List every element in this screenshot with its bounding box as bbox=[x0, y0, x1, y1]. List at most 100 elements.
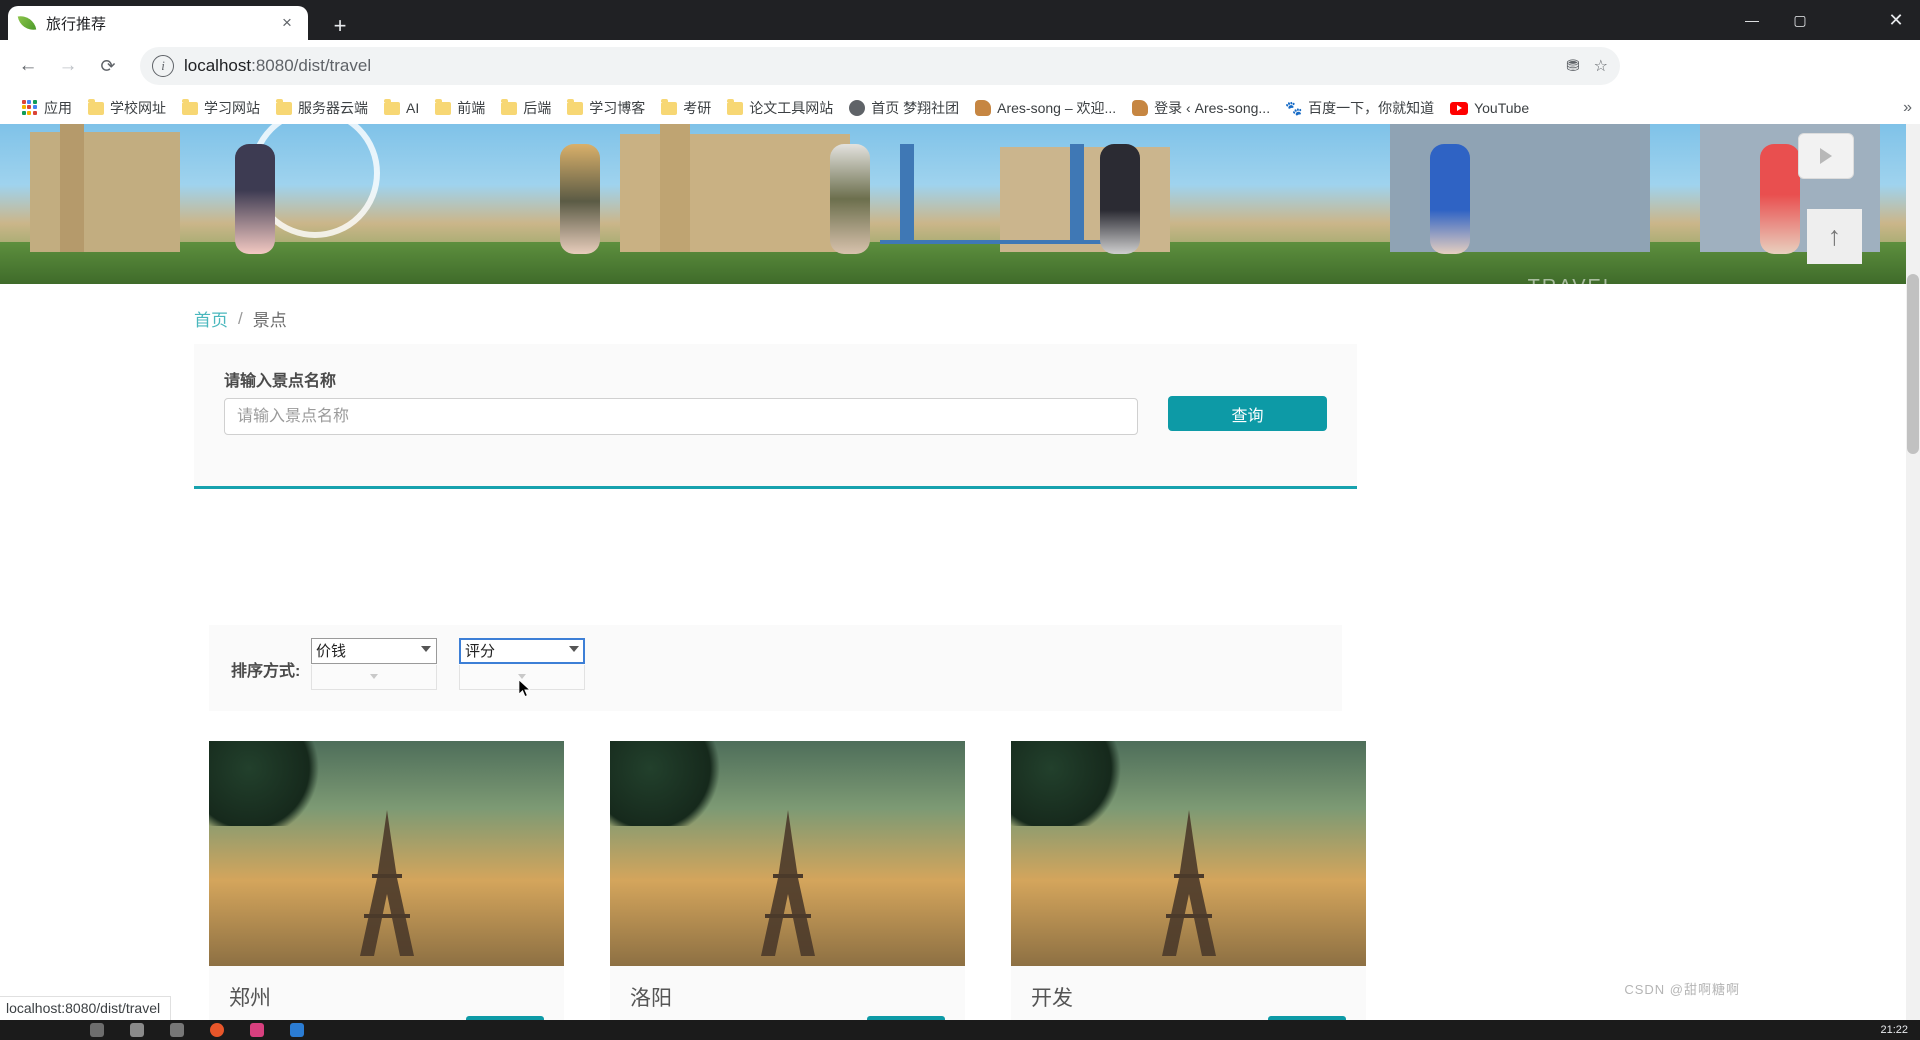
mouse-cursor bbox=[519, 680, 531, 697]
tab-strip: 旅行推荐 × + — ▢ ✕ bbox=[0, 0, 1920, 40]
bookmarks-overflow-icon[interactable]: » bbox=[1903, 99, 1912, 117]
bookmark-label: AI bbox=[406, 100, 420, 116]
bookmark-item[interactable]: YouTube bbox=[1442, 95, 1537, 121]
reload-icon[interactable]: ⟳ bbox=[92, 50, 124, 82]
bookmark-label: 学习博客 bbox=[589, 100, 646, 116]
attraction-card[interactable]: 郑州 $999.0 查看详情 bbox=[209, 741, 564, 1020]
sort-price-select[interactable]: 价钱 bbox=[311, 638, 437, 664]
bookmarks-bar: 应用 学校网址 学习网站 服务器云端 AI 前端 后端 学习博客 考研 论文工具… bbox=[0, 92, 1920, 124]
bookmark-label: 首页 梦翔社团 bbox=[871, 100, 960, 116]
page-viewport: TRAVEL 首页 / 景点 请输入景点名称 查询 排序方式: 价钱 bbox=[0, 124, 1920, 1020]
sort-price-select-wrap: 价钱 bbox=[311, 638, 437, 690]
bookmark-item[interactable]: 登录 ‹ Ares-song... bbox=[1124, 95, 1278, 121]
card-title: 洛阳 bbox=[630, 987, 672, 1010]
card-title: 郑州 bbox=[229, 987, 271, 1010]
taskbar-icon-5[interactable] bbox=[250, 1023, 264, 1037]
translate-icon[interactable]: ⛃ bbox=[1566, 56, 1579, 76]
taskbar-icon-1[interactable] bbox=[90, 1023, 104, 1037]
attraction-card[interactable]: 开发 $777.0 查看详情 bbox=[1011, 741, 1366, 1020]
csdn-watermark: CSDN @甜啊糖啊 bbox=[1624, 982, 1740, 997]
back-icon[interactable]: ← bbox=[12, 50, 44, 82]
close-icon[interactable]: × bbox=[276, 12, 298, 34]
site-icon bbox=[849, 100, 866, 116]
bookmark-apps[interactable]: 应用 bbox=[14, 95, 80, 121]
bookmark-label: Ares-song – 欢迎... bbox=[997, 100, 1117, 116]
card-image bbox=[209, 741, 564, 966]
bookmark-label: 学校网址 bbox=[110, 100, 166, 116]
bookmark-item[interactable]: 后端 bbox=[493, 95, 559, 121]
taskbar-icon-2[interactable] bbox=[130, 1023, 144, 1037]
bookmark-item[interactable]: 服务器云端 bbox=[268, 95, 376, 121]
bookmark-label: YouTube bbox=[1474, 100, 1530, 116]
taskbar-clock[interactable]: 21:22 bbox=[1880, 1024, 1908, 1036]
bookmark-star-icon[interactable]: ☆ bbox=[1594, 56, 1608, 76]
query-button[interactable]: 查询 bbox=[1168, 396, 1327, 431]
bookmark-item[interactable]: 🐾 百度一下，你就知道 bbox=[1278, 95, 1442, 121]
back-to-top-button[interactable]: ↑ bbox=[1807, 209, 1862, 264]
folder-icon bbox=[727, 98, 744, 115]
bookmark-label: 后端 bbox=[523, 100, 552, 116]
taskbar-icon-4[interactable] bbox=[210, 1023, 224, 1037]
search-panel: 请输入景点名称 查询 bbox=[194, 344, 1357, 489]
folder-icon bbox=[182, 98, 198, 115]
bookmark-label: 应用 bbox=[44, 100, 72, 116]
breadcrumb-home-link[interactable]: 首页 bbox=[194, 306, 228, 331]
maximize-button[interactable]: ▢ bbox=[1776, 0, 1824, 40]
bookmark-item[interactable]: 前端 bbox=[427, 95, 493, 121]
bookmark-label: 前端 bbox=[457, 100, 486, 116]
sort-label: 排序方式: bbox=[231, 663, 301, 680]
bookmark-item[interactable]: 考研 bbox=[653, 95, 719, 121]
breadcrumb-current: 景点 bbox=[252, 311, 287, 330]
bookmark-label: 服务器云端 bbox=[298, 100, 368, 116]
attraction-card-list: 郑州 $999.0 查看详情 洛阳 bbox=[209, 741, 1366, 1020]
bookmark-label: 学习网站 bbox=[204, 100, 260, 116]
bookmark-item[interactable]: AI bbox=[376, 95, 427, 121]
video-play-icon[interactable] bbox=[1798, 133, 1854, 179]
sort-price-dropdown-shadow bbox=[311, 665, 437, 690]
taskbar-icon-6[interactable] bbox=[290, 1023, 304, 1037]
card-image bbox=[1011, 741, 1366, 966]
attraction-card[interactable]: 洛阳 $888.0 查看详情 bbox=[610, 741, 965, 1020]
minimize-button[interactable]: — bbox=[1728, 0, 1776, 40]
site-info-icon[interactable]: i bbox=[152, 55, 174, 77]
folder-icon bbox=[384, 98, 400, 115]
eiffel-tower-icon bbox=[359, 810, 414, 956]
bookmark-item[interactable]: 学习网站 bbox=[174, 95, 268, 121]
hero-banner-image: TRAVEL bbox=[0, 124, 1906, 284]
card-body: 开发 $777.0 查看详情 bbox=[1011, 966, 1366, 1020]
tab-title: 旅行推荐 bbox=[46, 15, 107, 33]
bookmark-item[interactable]: Ares-song – 欢迎... bbox=[967, 95, 1124, 121]
tree-foliage bbox=[209, 741, 327, 826]
search-label: 请输入景点名称 bbox=[224, 373, 337, 390]
bookmark-label: 登录 ‹ Ares-song... bbox=[1154, 100, 1271, 116]
folder-icon bbox=[88, 98, 104, 115]
tree-foliage bbox=[1011, 741, 1129, 826]
bookmark-item[interactable]: 学校网址 bbox=[80, 95, 174, 121]
close-window-button[interactable]: ✕ bbox=[1872, 0, 1920, 40]
page-scrollbar-thumb[interactable] bbox=[1907, 274, 1919, 454]
sort-rating-select[interactable]: 评分 bbox=[459, 638, 585, 664]
forward-icon[interactable]: → bbox=[52, 50, 84, 82]
link-status-bubble: localhost:8080/dist/travel bbox=[0, 996, 172, 1020]
card-image bbox=[610, 741, 965, 966]
search-input[interactable] bbox=[224, 398, 1138, 435]
folder-icon bbox=[501, 98, 518, 115]
eiffel-tower-icon bbox=[760, 810, 815, 956]
folder-icon bbox=[435, 98, 452, 115]
address-bar[interactable]: i localhost:8080/dist/travel ⛃ ☆ bbox=[140, 47, 1620, 85]
browser-tab[interactable]: 旅行推荐 × bbox=[8, 6, 308, 40]
baidu-icon: 🐾 bbox=[1285, 99, 1303, 116]
eiffel-tower-icon bbox=[1161, 810, 1216, 956]
taskbar-icon-3[interactable] bbox=[170, 1023, 184, 1037]
youtube-icon bbox=[1450, 101, 1469, 115]
new-tab-button[interactable]: + bbox=[326, 12, 354, 40]
bookmark-item[interactable]: 论文工具网站 bbox=[719, 95, 841, 121]
url-path: :8080/dist/travel bbox=[251, 56, 372, 75]
bookmark-item[interactable]: 学习博客 bbox=[559, 95, 653, 121]
taskbar-icons bbox=[0, 1023, 304, 1037]
bookmark-item[interactable]: 首页 梦翔社团 bbox=[841, 95, 967, 121]
breadcrumb-separator: / bbox=[238, 308, 243, 328]
page-scrollbar-track[interactable] bbox=[1906, 124, 1920, 1020]
card-body: 洛阳 $888.0 查看详情 bbox=[610, 966, 965, 1020]
bookmark-label: 论文工具网站 bbox=[749, 100, 834, 116]
